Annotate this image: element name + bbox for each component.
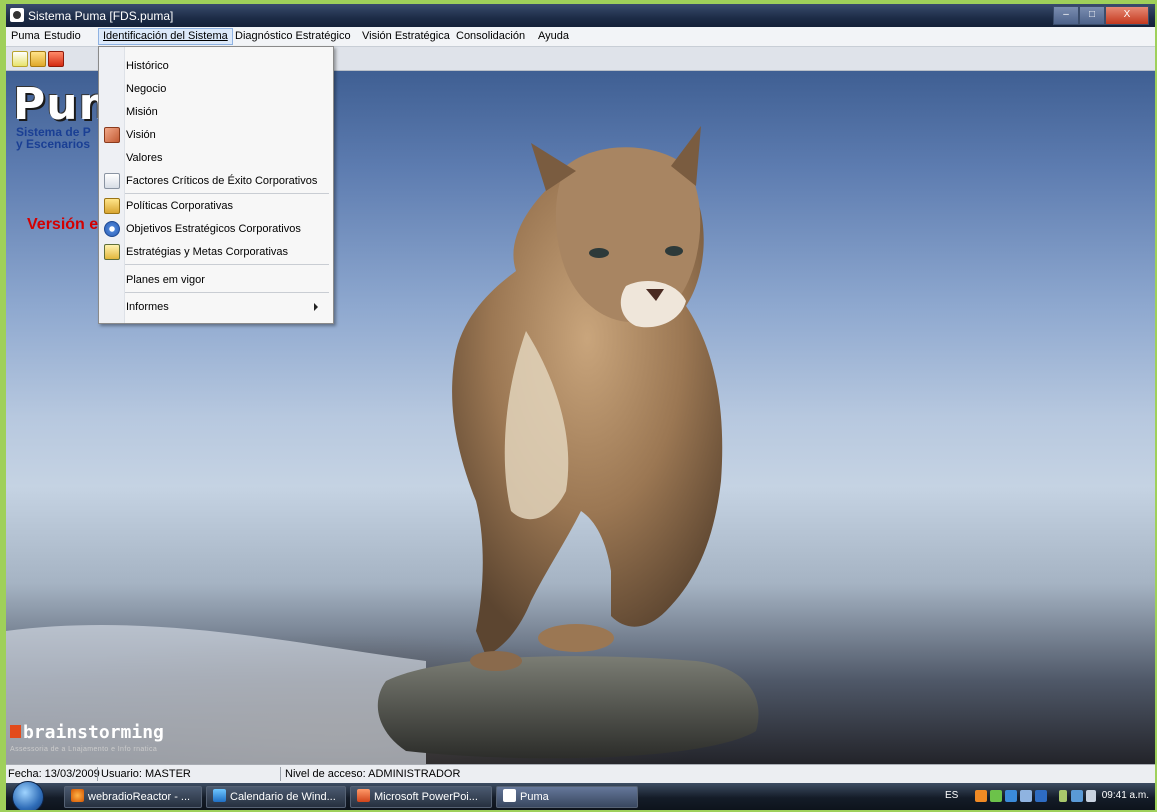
- critical-factors-icon: [104, 173, 120, 189]
- menu-item-mision[interactable]: Misión: [126, 103, 158, 121]
- version-label: Versión e: [27, 216, 99, 233]
- powerpoint-icon: [357, 789, 370, 802]
- puma-app-icon[interactable]: [10, 8, 24, 22]
- taskbar-button-calendario[interactable]: Calendario de Wind...: [206, 786, 346, 808]
- network-icon[interactable]: [1071, 790, 1083, 802]
- status-usuario: Usuario: MASTER: [101, 768, 191, 780]
- system-tray: ES 09:41 a.m.: [935, 783, 1155, 810]
- status-divider: [97, 767, 98, 781]
- taskbar-label: Microsoft PowerPoi...: [374, 791, 478, 803]
- calendar-icon: [213, 789, 226, 802]
- menu-item-factores-criticos[interactable]: Factores Críticos de Éxito Corporativos: [126, 172, 317, 190]
- menu-bar: Puma Estudio Identificación del Sistema …: [6, 27, 1155, 47]
- menu-separator: [125, 193, 329, 194]
- language-indicator[interactable]: ES: [945, 790, 958, 801]
- menu-item-valores[interactable]: Valores: [126, 149, 162, 167]
- menu-separator: [125, 292, 329, 293]
- menu-item-informes[interactable]: Informes: [126, 298, 326, 316]
- subtitle-line-2: y Escenarios: [16, 137, 91, 151]
- taskbar-label: Calendario de Wind...: [230, 791, 336, 803]
- status-fecha: Fecha: 13/03/2009: [8, 768, 100, 780]
- brand-mark-icon: [10, 725, 21, 738]
- menu-item-estrategias[interactable]: Estratégias y Metas Corporativas: [126, 243, 288, 261]
- menu-puma[interactable]: Puma: [11, 30, 40, 42]
- menu-diagnostico-estrategico[interactable]: Diagnóstico Estratégico: [235, 30, 351, 42]
- title-bar[interactable]: Sistema Puma [FDS.puma] – □ X: [6, 4, 1155, 27]
- open-folder-icon[interactable]: [30, 51, 46, 67]
- taskbar-label: webradioReactor - ...: [88, 791, 191, 803]
- window-title: Sistema Puma [FDS.puma]: [28, 9, 174, 23]
- menu-estudio[interactable]: Estudio: [44, 30, 81, 42]
- menu-item-vision[interactable]: Visión: [126, 126, 156, 144]
- close-file-icon[interactable]: [48, 51, 64, 67]
- strategies-icon: [104, 244, 120, 260]
- start-button[interactable]: [12, 781, 44, 810]
- menu-consolidacion[interactable]: Consolidación: [456, 30, 525, 42]
- brand-name: brainstorming: [23, 722, 164, 743]
- menu-identificacion-del-sistema[interactable]: Identificación del Sistema: [98, 28, 233, 45]
- menu-item-planes-em-vigor[interactable]: Planes em vigor: [126, 271, 205, 289]
- application-window: Sistema Puma [FDS.puma] – □ X Puma Estud…: [6, 4, 1155, 810]
- tray-app-icon[interactable]: [1020, 790, 1032, 802]
- taskbar-button-powerpoint[interactable]: Microsoft PowerPoi...: [350, 786, 492, 808]
- status-divider: [280, 767, 281, 781]
- menu-separator: [125, 264, 329, 265]
- vision-icon: [104, 127, 120, 143]
- taskbar-label: Puma: [520, 791, 549, 803]
- tray-app-icon[interactable]: [1035, 790, 1047, 802]
- puma-app-icon: [503, 789, 516, 802]
- informes-label: Informes: [126, 301, 169, 313]
- splash-subtitle: Sistema de P y Escenarios: [16, 126, 91, 150]
- taskbar-button-webradio[interactable]: webradioReactor - ...: [64, 786, 202, 808]
- maximize-button[interactable]: □: [1079, 6, 1105, 25]
- window-controls: – □ X: [1053, 6, 1149, 25]
- new-icon[interactable]: [12, 51, 28, 67]
- clock[interactable]: 09:41 a.m.: [1102, 790, 1149, 801]
- minimize-button[interactable]: –: [1053, 6, 1079, 25]
- menu-item-politicas[interactable]: Políticas Corporativas: [126, 197, 233, 215]
- close-button[interactable]: X: [1105, 6, 1149, 25]
- volume-icon[interactable]: [1086, 790, 1096, 802]
- objectives-icon: [104, 221, 120, 237]
- tray-app-icon[interactable]: [975, 790, 987, 802]
- menu-identificacion-label: Identificación del Sistema: [103, 30, 228, 42]
- taskbar-button-puma[interactable]: Puma: [496, 786, 638, 808]
- submenu-arrow-icon: [314, 303, 318, 311]
- firefox-icon: [71, 789, 84, 802]
- policies-icon: [104, 198, 120, 214]
- identificacion-dropdown-menu: Histórico Negocio Misión Visión Valores …: [98, 46, 334, 324]
- tray-app-icon[interactable]: [1005, 790, 1017, 802]
- brand-tagline: Assessoria de a Lnajamento e Info rnatic…: [10, 746, 158, 753]
- battery-icon[interactable]: [1059, 790, 1067, 802]
- taskbar: webradioReactor - ... Calendario de Wind…: [6, 781, 1155, 810]
- menu-item-objetivos[interactable]: Objetivos Estratégicos Corporativos: [126, 220, 301, 238]
- menu-ayuda[interactable]: Ayuda: [538, 30, 569, 42]
- tray-app-icon[interactable]: [990, 790, 1002, 802]
- status-bar: Fecha: 13/03/2009 Usuario: MASTER Nivel …: [6, 764, 1155, 783]
- menu-item-negocio[interactable]: Negocio: [126, 80, 166, 98]
- brainstorming-logo: brainstorming: [10, 722, 164, 743]
- menu-item-historico[interactable]: Histórico: [126, 57, 169, 75]
- status-nivel-acceso: Nivel de acceso: ADMINISTRADOR: [285, 768, 461, 780]
- menu-vision-estrategica[interactable]: Visión Estratégica: [362, 30, 450, 42]
